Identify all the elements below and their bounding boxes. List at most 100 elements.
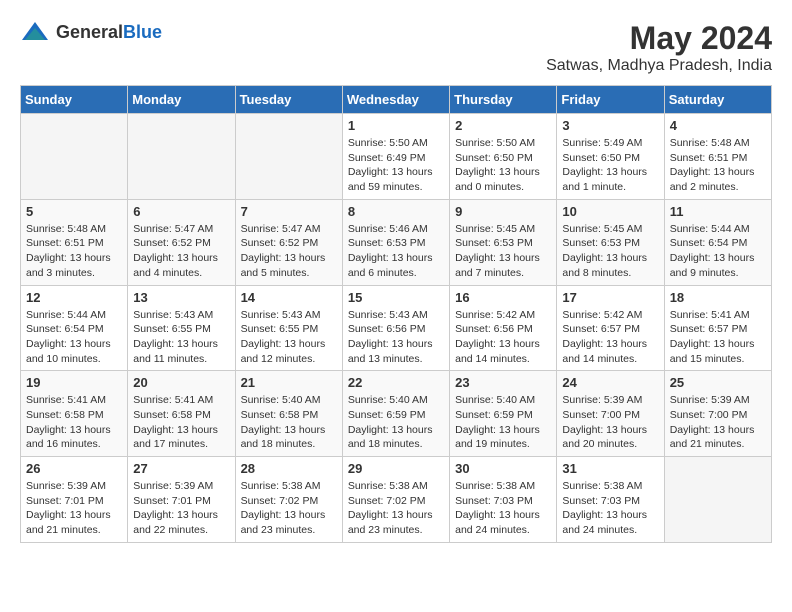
week-row-2: 5Sunrise: 5:48 AMSunset: 6:51 PMDaylight… [21,199,772,285]
day-info: Sunrise: 5:39 AMSunset: 7:01 PMDaylight:… [26,479,122,538]
day-number: 27 [133,461,229,476]
day-number: 21 [241,375,337,390]
day-number: 1 [348,118,444,133]
page-header: GeneralBlue May 2024 Satwas, Madhya Prad… [20,20,772,75]
day-number: 7 [241,204,337,219]
day-number: 11 [670,204,766,219]
calendar-cell: 14Sunrise: 5:43 AMSunset: 6:55 PMDayligh… [235,285,342,371]
day-info: Sunrise: 5:41 AMSunset: 6:58 PMDaylight:… [133,393,229,452]
day-info: Sunrise: 5:47 AMSunset: 6:52 PMDaylight:… [133,222,229,281]
logo-blue: Blue [123,22,162,42]
column-header-wednesday: Wednesday [342,86,449,114]
day-info: Sunrise: 5:43 AMSunset: 6:56 PMDaylight:… [348,308,444,367]
calendar-cell [664,457,771,543]
day-info: Sunrise: 5:39 AMSunset: 7:00 PMDaylight:… [670,393,766,452]
day-number: 25 [670,375,766,390]
day-number: 14 [241,290,337,305]
day-info: Sunrise: 5:38 AMSunset: 7:02 PMDaylight:… [348,479,444,538]
day-info: Sunrise: 5:45 AMSunset: 6:53 PMDaylight:… [455,222,551,281]
day-number: 6 [133,204,229,219]
calendar-cell: 7 Sunrise: 5:47 AMSunset: 6:52 PMDaylight… [235,199,342,285]
column-header-friday: Friday [557,86,664,114]
logo-general: General [56,22,123,42]
title-block: May 2024 Satwas, Madhya Pradesh, India [546,20,772,75]
column-header-sunday: Sunday [21,86,128,114]
day-info: Sunrise: 5:40 AMSunset: 6:59 PMDaylight:… [348,393,444,452]
day-info: Sunrise: 5:43 AMSunset: 6:55 PMDaylight:… [133,308,229,367]
day-info: Sunrise: 5:41 AMSunset: 6:58 PMDaylight:… [26,393,122,452]
day-number: 22 [348,375,444,390]
calendar-cell: 31 Sunrise: 5:38 AMSunset: 7:03 PMDayligh… [557,457,664,543]
calendar-cell: 15 Sunrise: 5:43 AMSunset: 6:56 PMDayligh… [342,285,449,371]
calendar-cell: 2Sunrise: 5:50 AMSunset: 6:50 PMDaylight… [450,114,557,200]
calendar-cell: 12 Sunrise: 5:44 AMSunset: 6:54 PMDayligh… [21,285,128,371]
calendar-cell: 26 Sunrise: 5:39 AMSunset: 7:01 PMDayligh… [21,457,128,543]
calendar-cell: 30 Sunrise: 5:38 AMSunset: 7:03 PMDayligh… [450,457,557,543]
calendar-cell: 1 Sunrise: 5:50 AMSunset: 6:49 PMDaylight… [342,114,449,200]
month-year: May 2024 [546,20,772,57]
day-info: Sunrise: 5:39 AMSunset: 7:01 PMDaylight:… [133,479,229,538]
calendar-cell: 21 Sunrise: 5:40 AMSunset: 6:58 PMDayligh… [235,371,342,457]
day-number: 12 [26,290,122,305]
day-number: 31 [562,461,658,476]
day-info: Sunrise: 5:50 AMSunset: 6:49 PMDaylight:… [348,136,444,195]
day-number: 10 [562,204,658,219]
column-header-monday: Monday [128,86,235,114]
day-number: 18 [670,290,766,305]
calendar-cell [21,114,128,200]
day-info: Sunrise: 5:39 AMSunset: 7:00 PMDaylight:… [562,393,658,452]
day-number: 24 [562,375,658,390]
day-info: Sunrise: 5:41 AMSunset: 6:57 PMDaylight:… [670,308,766,367]
column-header-thursday: Thursday [450,86,557,114]
calendar-cell: 22 Sunrise: 5:40 AMSunset: 6:59 PMDayligh… [342,371,449,457]
calendar-cell: 17Sunrise: 5:42 AMSunset: 6:57 PMDayligh… [557,285,664,371]
calendar-cell: 19 Sunrise: 5:41 AMSunset: 6:58 PMDayligh… [21,371,128,457]
calendar-cell: 3 Sunrise: 5:49 AMSunset: 6:50 PMDaylight… [557,114,664,200]
day-info: Sunrise: 5:46 AMSunset: 6:53 PMDaylight:… [348,222,444,281]
day-number: 30 [455,461,551,476]
day-info: Sunrise: 5:44 AMSunset: 6:54 PMDaylight:… [26,308,122,367]
day-info: Sunrise: 5:42 AMSunset: 6:57 PMDaylight:… [562,308,658,367]
calendar-cell: 28Sunrise: 5:38 AMSunset: 7:02 PMDayligh… [235,457,342,543]
day-info: Sunrise: 5:42 AMSunset: 6:56 PMDaylight:… [455,308,551,367]
day-number: 23 [455,375,551,390]
day-number: 3 [562,118,658,133]
logo: GeneralBlue [20,20,162,44]
day-info: Sunrise: 5:48 AMSunset: 6:51 PMDaylight:… [26,222,122,281]
day-info: Sunrise: 5:50 AMSunset: 6:50 PMDaylight:… [455,136,551,195]
logo-text: GeneralBlue [56,22,162,43]
calendar-table: SundayMondayTuesdayWednesdayThursdayFrid… [20,85,772,543]
day-number: 20 [133,375,229,390]
calendar-cell: 23 Sunrise: 5:40 AMSunset: 6:59 PMDayligh… [450,371,557,457]
day-info: Sunrise: 5:38 AMSunset: 7:02 PMDaylight:… [241,479,337,538]
day-info: Sunrise: 5:38 AMSunset: 7:03 PMDaylight:… [455,479,551,538]
day-number: 29 [348,461,444,476]
calendar-cell: 16Sunrise: 5:42 AMSunset: 6:56 PMDayligh… [450,285,557,371]
calendar-cell [128,114,235,200]
day-info: Sunrise: 5:49 AMSunset: 6:50 PMDaylight:… [562,136,658,195]
calendar-cell: 25 Sunrise: 5:39 AMSunset: 7:00 PMDayligh… [664,371,771,457]
day-number: 26 [26,461,122,476]
day-info: Sunrise: 5:47 AMSunset: 6:52 PMDaylight:… [241,222,337,281]
week-row-3: 12 Sunrise: 5:44 AMSunset: 6:54 PMDayligh… [21,285,772,371]
calendar-header-row: SundayMondayTuesdayWednesdayThursdayFrid… [21,86,772,114]
calendar-cell: 9 Sunrise: 5:45 AMSunset: 6:53 PMDaylight… [450,199,557,285]
day-number: 15 [348,290,444,305]
calendar-cell [235,114,342,200]
calendar-cell: 29 Sunrise: 5:38 AMSunset: 7:02 PMDayligh… [342,457,449,543]
calendar-cell: 8Sunrise: 5:46 AMSunset: 6:53 PMDaylight… [342,199,449,285]
day-info: Sunrise: 5:40 AMSunset: 6:59 PMDaylight:… [455,393,551,452]
day-info: Sunrise: 5:45 AMSunset: 6:53 PMDaylight:… [562,222,658,281]
location: Satwas, Madhya Pradesh, India [546,57,772,75]
logo-icon [20,20,50,44]
calendar-cell: 5Sunrise: 5:48 AMSunset: 6:51 PMDaylight… [21,199,128,285]
day-info: Sunrise: 5:40 AMSunset: 6:58 PMDaylight:… [241,393,337,452]
calendar-cell: 18 Sunrise: 5:41 AMSunset: 6:57 PMDayligh… [664,285,771,371]
calendar-cell: 4Sunrise: 5:48 AMSunset: 6:51 PMDaylight… [664,114,771,200]
column-header-saturday: Saturday [664,86,771,114]
day-number: 9 [455,204,551,219]
day-number: 13 [133,290,229,305]
day-number: 19 [26,375,122,390]
day-info: Sunrise: 5:48 AMSunset: 6:51 PMDaylight:… [670,136,766,195]
day-info: Sunrise: 5:38 AMSunset: 7:03 PMDaylight:… [562,479,658,538]
